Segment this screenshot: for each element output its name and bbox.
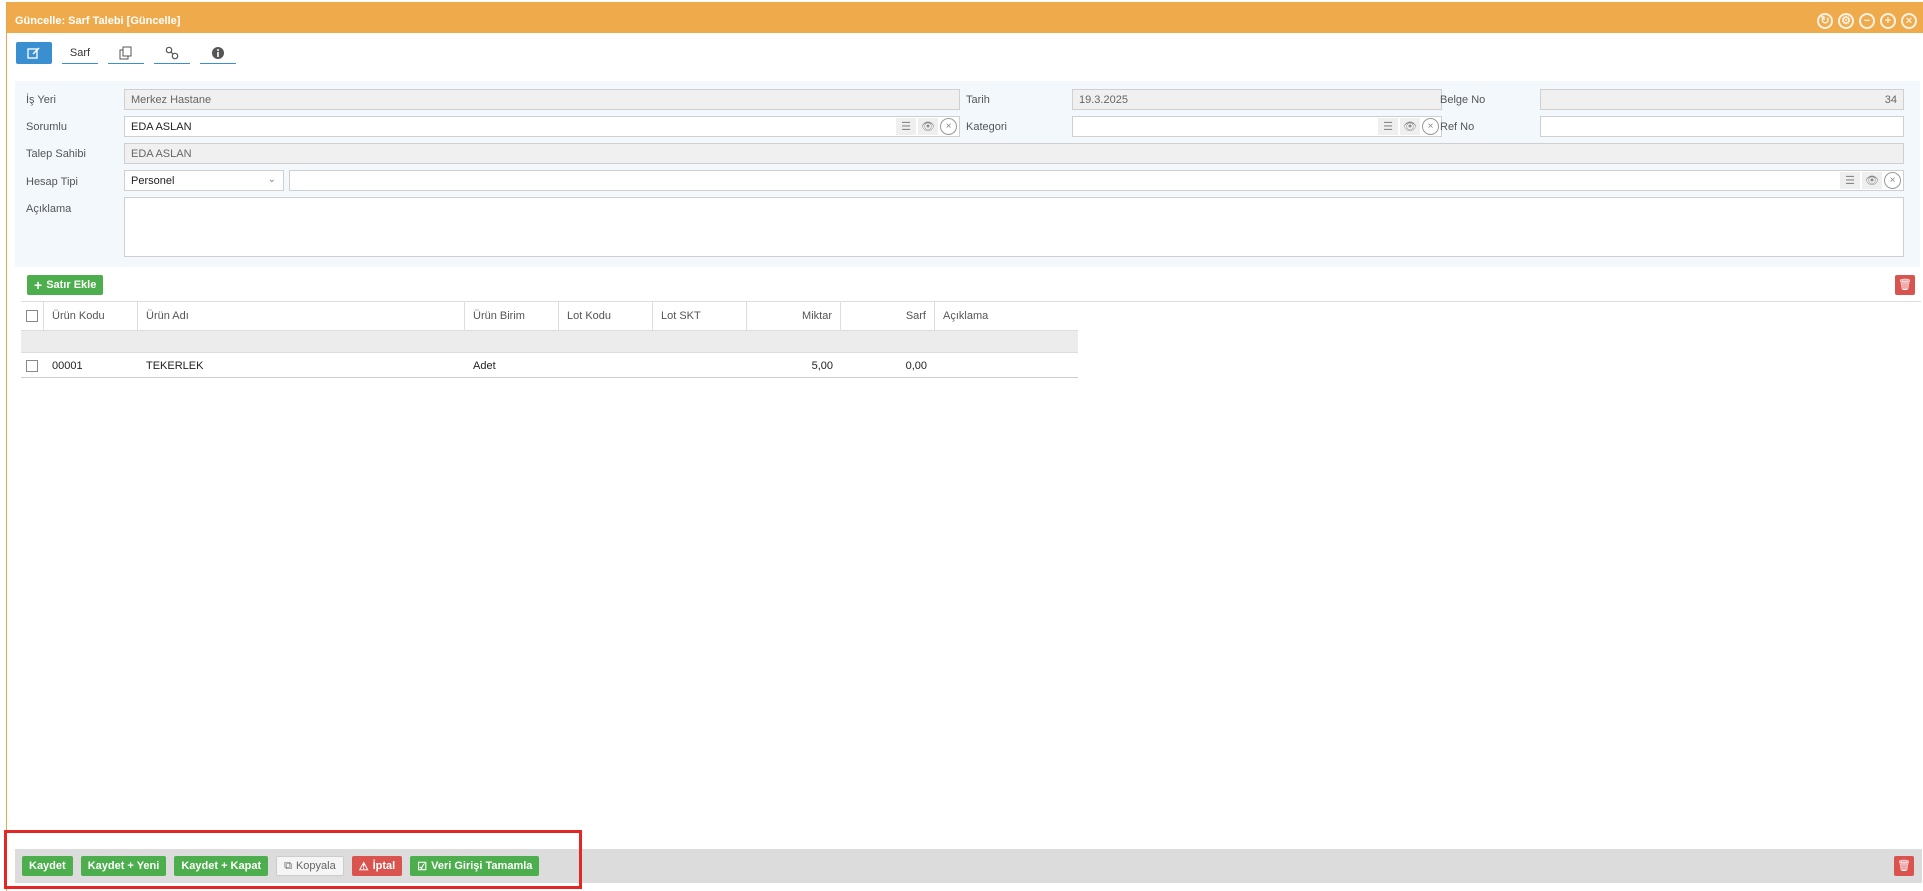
select-all-checkbox[interactable] xyxy=(26,310,38,322)
cell-urun-adi[interactable]: TEKERLEK xyxy=(138,360,465,372)
header-form: İş Yeri Merkez Hastane Tarih 19.3.2025 B… xyxy=(15,81,1920,267)
grid-header: Ürün Kodu Ürün Adı Ürün Birim Lot Kodu L… xyxy=(21,301,1078,331)
column-header[interactable]: Lot SKT xyxy=(653,301,747,330)
column-header[interactable]: Ürün Adı xyxy=(138,301,465,330)
delete-rows-button[interactable]: 🗑 xyxy=(1895,275,1915,295)
sorumlu-field[interactable]: EDA ASLAN ☰ 👁 × xyxy=(124,116,960,137)
list-icon[interactable]: ☰ xyxy=(896,118,916,135)
eye-icon[interactable]: 👁 xyxy=(918,118,938,135)
cell-miktar[interactable]: 5,00 xyxy=(747,360,841,372)
eye-icon[interactable]: 👁 xyxy=(1400,118,1420,135)
aciklama-label: Açıklama xyxy=(26,203,72,215)
window: Güncelle: Sarf Talebi [Güncelle] ↻ ⚙ − +… xyxy=(6,2,1923,891)
info-icon xyxy=(212,46,224,59)
lines-grid: Ürün Kodu Ürün Adı Ürün Birim Lot Kodu L… xyxy=(21,301,1078,378)
grid-toolbar: + Satır Ekle xyxy=(27,275,104,295)
tab-edit[interactable] xyxy=(16,42,52,64)
kategori-field[interactable]: ☰ 👁 × xyxy=(1072,116,1442,137)
trash-icon: 🗑 xyxy=(1898,279,1912,291)
plus-icon: + xyxy=(34,277,43,293)
column-header[interactable]: Lot Kodu xyxy=(559,301,653,330)
hesap-secondary-field[interactable]: ☰ 👁 × xyxy=(289,170,1904,191)
title-bar: Güncelle: Sarf Talebi [Güncelle] ↻ ⚙ − +… xyxy=(7,2,1923,33)
column-header[interactable]: Açıklama xyxy=(935,301,1078,330)
clear-icon[interactable]: × xyxy=(1884,172,1901,189)
minimize-icon[interactable]: − xyxy=(1859,13,1875,29)
aciklama-textarea[interactable] xyxy=(124,197,1904,257)
grid-filter-row[interactable] xyxy=(21,331,1078,353)
tab-sarf[interactable]: Sarf xyxy=(62,42,98,64)
list-icon[interactable]: ☰ xyxy=(1840,172,1860,189)
ref-no-label: Ref No xyxy=(1440,121,1475,133)
add-row-label: Satır Ekle xyxy=(46,279,97,291)
kategori-label: Kategori xyxy=(966,121,1007,133)
sorumlu-value: EDA ASLAN xyxy=(131,121,192,133)
talep-sahibi-label: Talep Sahibi xyxy=(26,148,86,160)
tarih-label: Tarih xyxy=(966,94,990,106)
gear-icon[interactable]: ⚙ xyxy=(1838,13,1854,29)
sorumlu-label: Sorumlu xyxy=(26,121,67,133)
tab-copy[interactable] xyxy=(108,42,144,64)
tab-info[interactable] xyxy=(200,42,236,64)
eye-icon[interactable]: 👁 xyxy=(1862,172,1882,189)
tab-sarf-label: Sarf xyxy=(69,46,91,59)
hesap-tipi-select[interactable]: Personel ⌄ xyxy=(124,170,284,191)
tarih-field[interactable]: 19.3.2025 xyxy=(1072,89,1442,110)
window-title: Güncelle: Sarf Talebi [Güncelle] xyxy=(15,15,181,27)
tab-link[interactable] xyxy=(154,42,190,64)
chevron-down-icon: ⌄ xyxy=(267,174,276,185)
ref-no-field[interactable] xyxy=(1540,116,1904,137)
delete-document-button[interactable]: 🗑 xyxy=(1894,856,1914,876)
row-select-cell xyxy=(21,360,44,372)
close-icon[interactable]: × xyxy=(1901,13,1917,29)
cell-urun-kodu[interactable]: 00001 xyxy=(44,360,138,372)
add-row-button[interactable]: + Satır Ekle xyxy=(27,275,104,295)
belge-no-label: Belge No xyxy=(1440,94,1486,106)
select-all-cell xyxy=(21,301,44,330)
hesap-tipi-label: Hesap Tipi xyxy=(26,176,78,188)
highlight-box xyxy=(4,830,582,889)
list-icon[interactable]: ☰ xyxy=(1378,118,1398,135)
edit-icon xyxy=(27,46,40,59)
is-yeri-field[interactable]: Merkez Hastane xyxy=(124,89,960,110)
link-icon xyxy=(165,46,179,59)
cell-urun-birim[interactable]: Adet xyxy=(465,360,559,372)
trash-icon: 🗑 xyxy=(1897,860,1911,872)
refresh-icon[interactable]: ↻ xyxy=(1817,13,1833,29)
clear-icon[interactable]: × xyxy=(1422,118,1439,135)
hesap-tipi-value: Personel xyxy=(131,175,175,187)
clear-icon[interactable]: × xyxy=(940,118,957,135)
copy-icon xyxy=(119,46,132,59)
cell-sarf[interactable]: 0,00 xyxy=(841,360,935,372)
talep-sahibi-field[interactable]: EDA ASLAN xyxy=(124,143,1904,164)
column-header[interactable]: Miktar xyxy=(747,301,841,330)
row-checkbox[interactable] xyxy=(26,360,38,372)
column-header[interactable]: Ürün Kodu xyxy=(44,301,138,330)
is-yeri-label: İş Yeri xyxy=(26,94,56,106)
belge-no-field[interactable]: 34 xyxy=(1540,89,1904,110)
maximize-icon[interactable]: + xyxy=(1880,13,1896,29)
column-header[interactable]: Ürün Birim xyxy=(465,301,559,330)
table-row[interactable]: 00001 TEKERLEK Adet 5,00 0,00 xyxy=(21,355,1078,378)
column-header[interactable]: Sarf xyxy=(841,301,935,330)
form-toolbar: Sarf xyxy=(16,41,236,65)
